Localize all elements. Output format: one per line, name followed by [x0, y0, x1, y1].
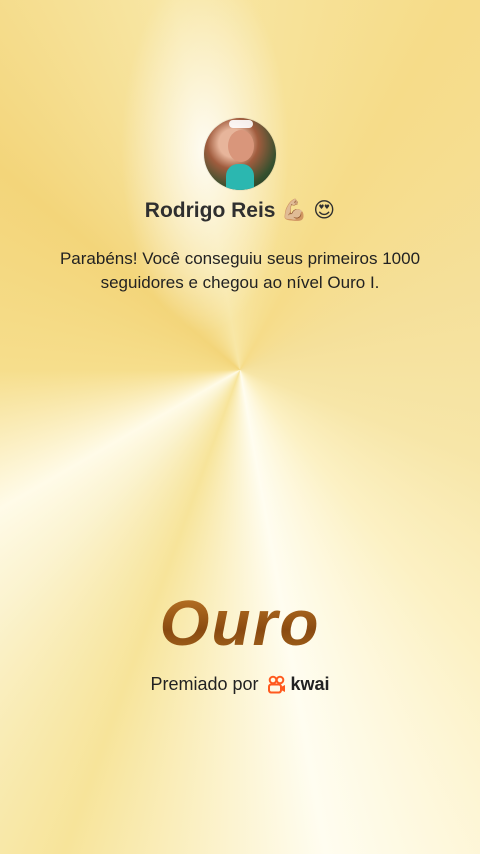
kwai-logo-icon	[267, 675, 285, 693]
congrats-message: Parabéns! Você conseguiu seus primeiros …	[59, 249, 421, 292]
kwai-brand-name: kwai	[290, 674, 330, 694]
avatar-glasses	[229, 120, 253, 128]
rank-title: Ouro	[0, 586, 480, 660]
award-line: Premiado por kwai	[0, 674, 480, 695]
avatar-shirt	[226, 164, 254, 190]
kwai-brand: kwai	[267, 674, 330, 695]
avatar	[204, 118, 276, 190]
profile-name: Rodrigo Reis 💪🏼 😍	[144, 199, 336, 222]
avatar-face	[228, 130, 254, 162]
award-label: Premiado por	[150, 674, 259, 694]
